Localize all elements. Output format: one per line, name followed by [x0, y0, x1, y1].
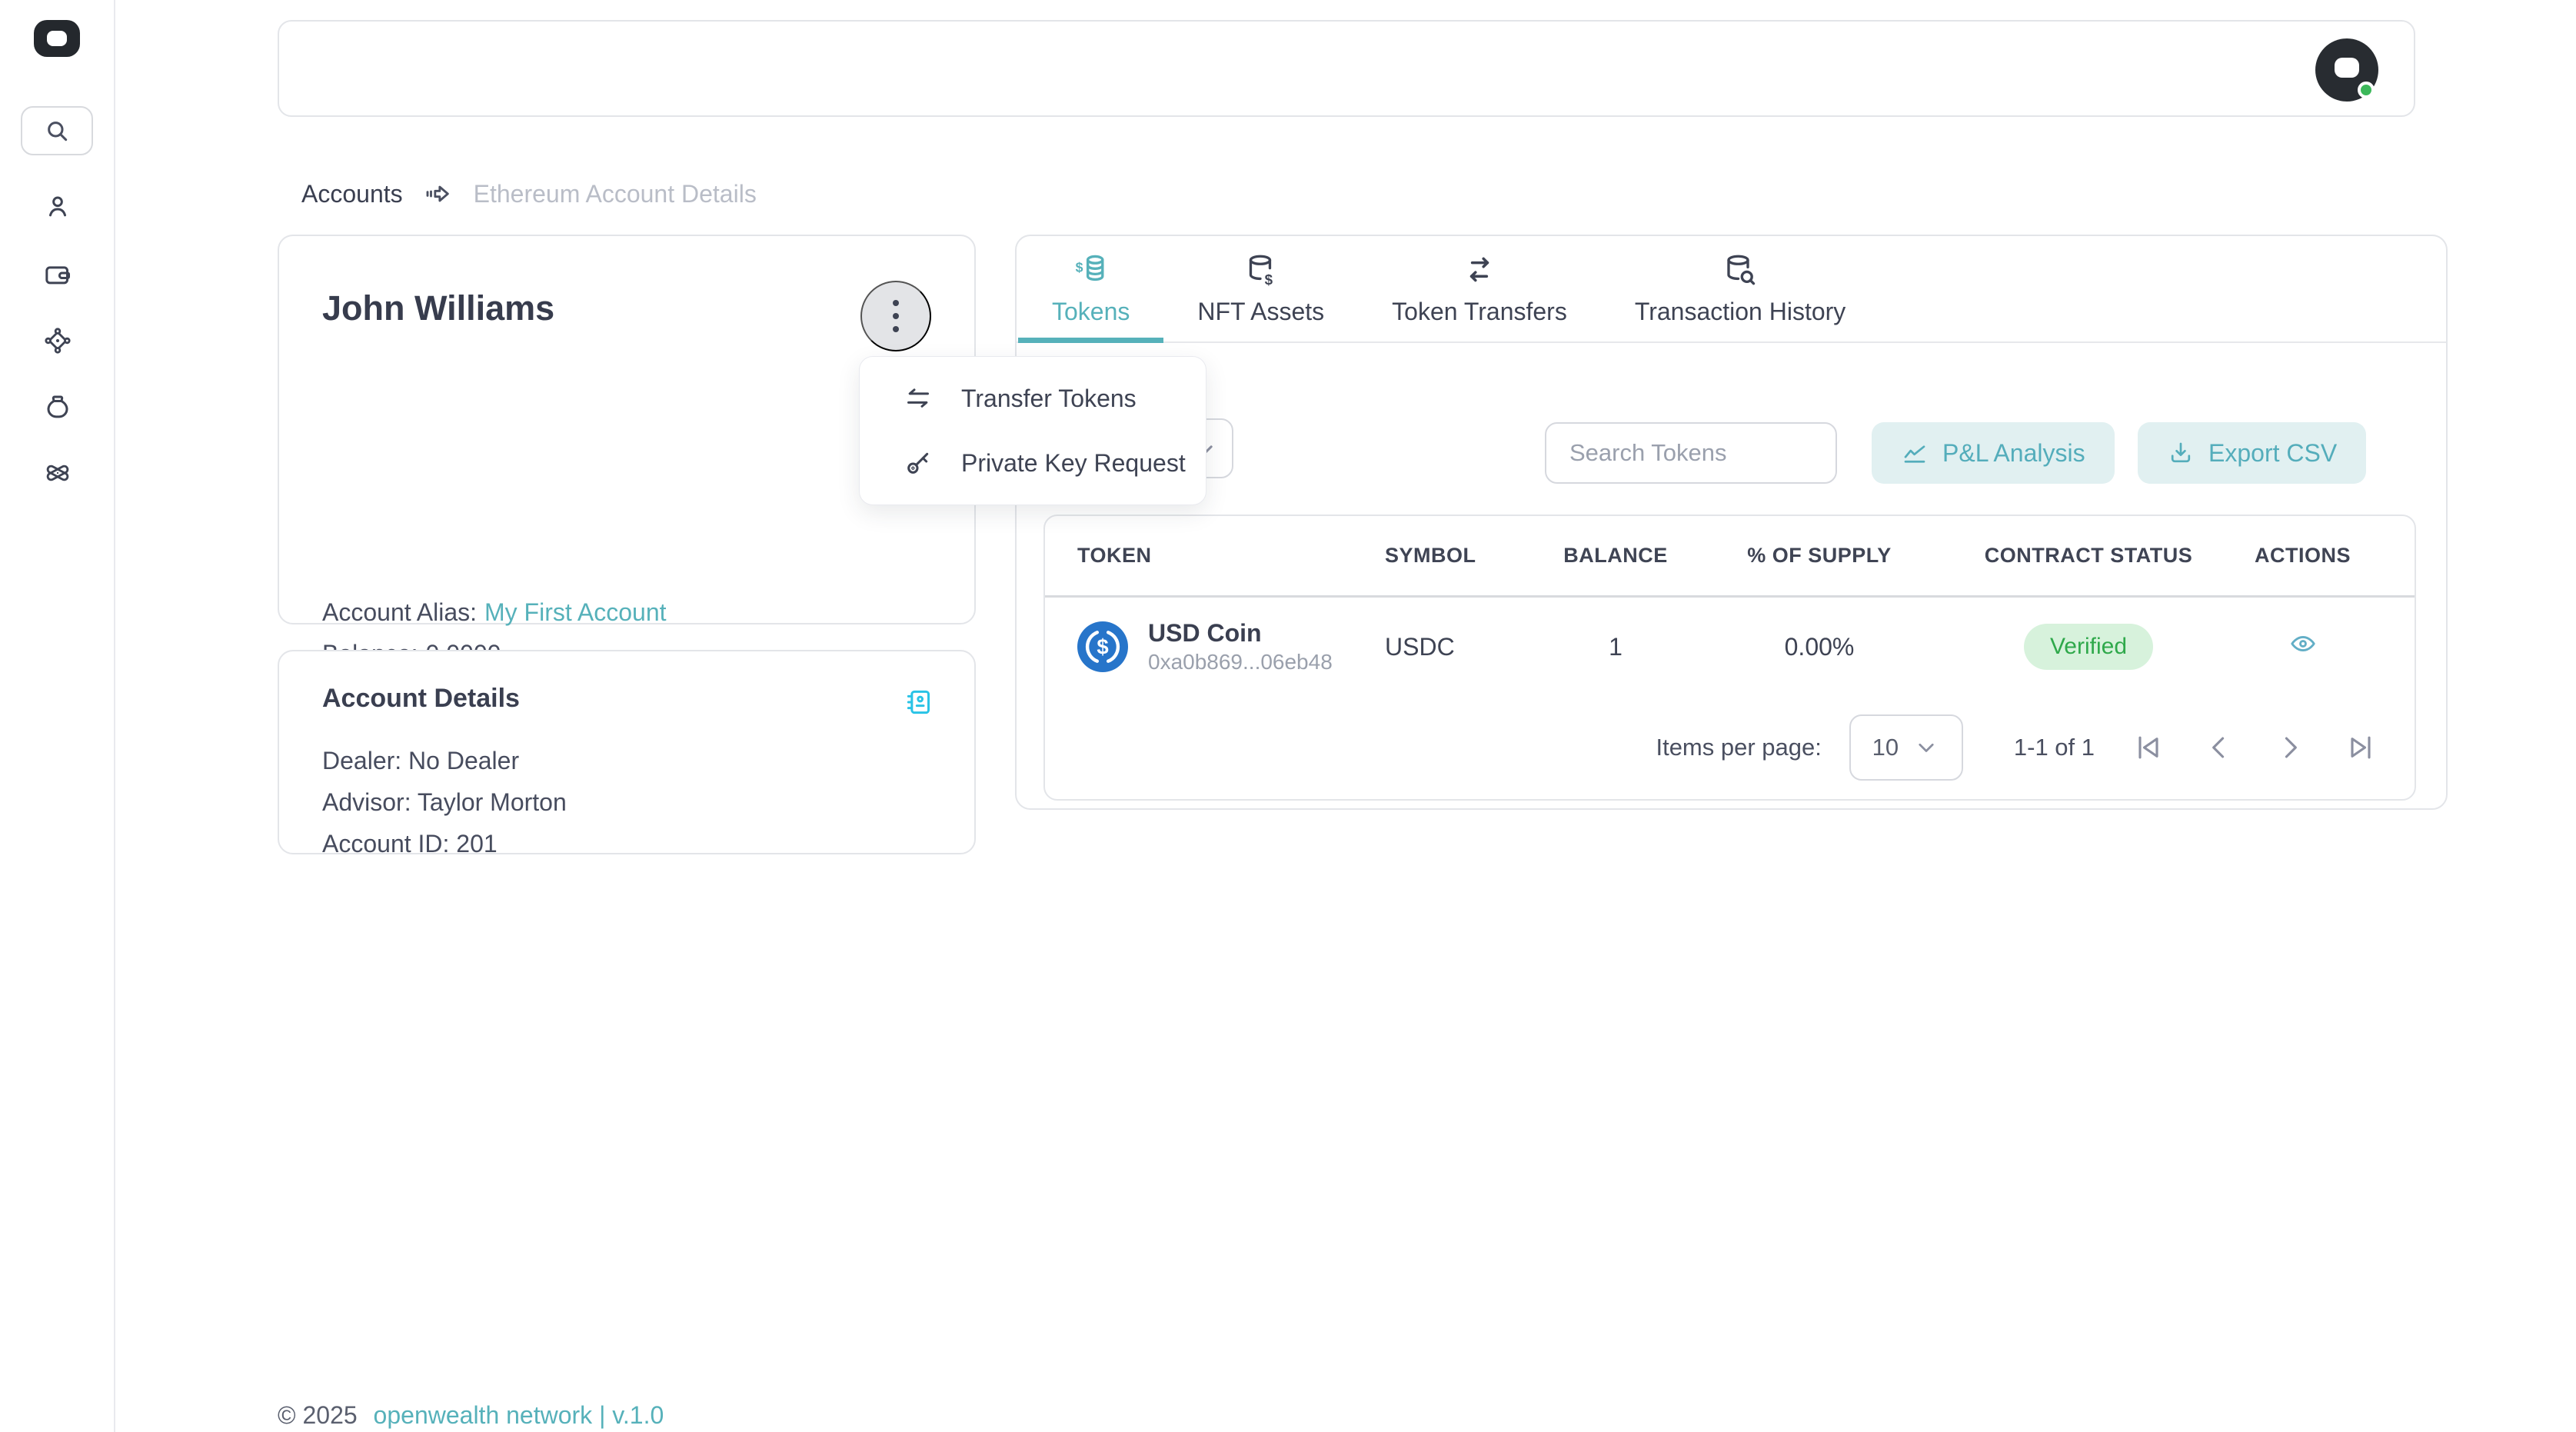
account-alias-field: Account Alias: My First Account [322, 591, 757, 633]
details-card-title: Account Details [322, 684, 931, 714]
items-per-page-label: Items per page: [1656, 734, 1821, 761]
breadcrumb-accounts[interactable]: Accounts [301, 180, 403, 208]
col-header-balance: BALANCE [1546, 544, 1685, 568]
network-diamond-icon [42, 325, 73, 356]
col-header-symbol: SYMBOL [1385, 544, 1546, 568]
table-row: $ USD Coin 0xa0b869...06eb48 USDC 1 0.00… [1045, 598, 2415, 696]
user-avatar[interactable] [2315, 38, 2378, 102]
pagination: Items per page: 10 1-1 of 1 [1656, 696, 2378, 799]
sidebar [0, 0, 115, 1432]
account-id-field: Account ID: 201 [322, 823, 931, 864]
tokens-table-card: TOKEN SYMBOL BALANCE % OF SUPPLY CONTRAC… [1043, 515, 2416, 801]
details-fields: Dealer: No Dealer Advisor: Taylor Morton… [322, 740, 931, 864]
sidebar-item-assets[interactable] [42, 391, 74, 423]
tab-nft-assets[interactable]: $ NFT Assets [1163, 236, 1358, 341]
tab-label: NFT Assets [1197, 298, 1324, 326]
footer: © 2025 openwealth network | v.1.0 [278, 1401, 664, 1430]
search-tokens-input[interactable] [1545, 422, 1837, 484]
account-holder-name: John Williams [322, 288, 931, 328]
download-icon [2167, 439, 2195, 467]
page-range-label: 1-1 of 1 [2014, 734, 2095, 761]
svg-text:$: $ [1264, 271, 1273, 288]
tab-tokens[interactable]: $ Tokens [1018, 236, 1163, 341]
sidebar-item-tools[interactable] [42, 457, 74, 489]
tab-transaction-history[interactable]: Transaction History [1601, 236, 1879, 341]
token-name: USD Coin [1148, 618, 1333, 648]
coins-dollar-icon: $ [1072, 251, 1110, 290]
history-search-database-icon [1721, 251, 1759, 290]
col-header-actions: ACTIONS [2223, 544, 2382, 568]
ethereum-account-details-page: Accounts Ethereum Account Details John W… [0, 0, 2576, 1432]
next-page-button[interactable] [2273, 731, 2307, 764]
tokens-panel: $ Tokens $ NFT Assets Token Transfers [1015, 235, 2448, 810]
top-bar [278, 20, 2415, 117]
account-actions-menu: Transfer Tokens Private Key Request [859, 356, 1206, 505]
token-symbol: USDC [1385, 633, 1546, 661]
previous-page-button[interactable] [2202, 731, 2236, 764]
transfer-tokens-icon [903, 383, 934, 414]
nft-database-icon: $ [1242, 251, 1280, 290]
contact-book-icon[interactable] [904, 687, 934, 718]
advisor-field: Advisor: Taylor Morton [322, 781, 931, 823]
items-per-page-select[interactable]: 10 [1849, 714, 1963, 781]
money-bag-icon [42, 391, 73, 422]
sidebar-search-button[interactable] [21, 106, 93, 155]
app-logo[interactable] [34, 20, 80, 57]
trend-chart-icon [1901, 439, 1929, 467]
token-supply-pct: 0.00% [1685, 633, 1954, 661]
svg-text:$: $ [1097, 634, 1108, 658]
sidebar-item-network[interactable] [42, 325, 74, 357]
dealer-field: Dealer: No Dealer [322, 740, 931, 781]
pnl-analysis-button[interactable]: P&L Analysis [1872, 422, 2115, 484]
col-header-token: TOKEN [1077, 544, 1385, 568]
breadcrumb-arrow-icon [423, 178, 454, 209]
svg-text:$: $ [1075, 259, 1083, 275]
transfer-arrows-icon [1460, 251, 1499, 290]
user-icon [42, 191, 73, 222]
tab-label: Token Transfers [1392, 298, 1567, 326]
chevron-down-icon [1912, 734, 1940, 761]
footer-version-link[interactable]: openwealth network | v.1.0 [374, 1401, 664, 1429]
export-csv-button[interactable]: Export CSV [2138, 422, 2366, 484]
sidebar-item-wallets[interactable] [42, 258, 74, 291]
view-token-icon[interactable] [2288, 629, 2318, 658]
tab-label: Tokens [1052, 298, 1130, 326]
usdc-logo: $ [1077, 621, 1128, 672]
token-identity: USD Coin 0xa0b869...06eb48 [1148, 618, 1333, 676]
account-actions-menu-button[interactable] [860, 281, 931, 351]
tab-label: Transaction History [1635, 298, 1845, 326]
tab-token-transfers[interactable]: Token Transfers [1358, 236, 1601, 341]
breadcrumb-current-page: Ethereum Account Details [474, 180, 757, 208]
breadcrumb: Accounts Ethereum Account Details [301, 178, 757, 209]
online-status-dot [2358, 82, 2375, 98]
copyright-text: © 2025 [278, 1401, 358, 1429]
contract-status-badge: Verified [2024, 624, 2153, 670]
token-address: 0xa0b869...06eb48 [1148, 648, 1333, 676]
key-icon [903, 448, 934, 478]
account-alias-link[interactable]: My First Account [484, 591, 667, 633]
wallet-icon [42, 259, 73, 290]
col-header-supply: % OF SUPPLY [1685, 544, 1954, 568]
menu-item-private-key-request[interactable]: Private Key Request [860, 431, 1206, 495]
first-page-button[interactable] [2132, 731, 2165, 764]
col-header-status: CONTRACT STATUS [1954, 544, 2223, 568]
crossed-bandage-icon [42, 458, 73, 488]
sidebar-item-accounts[interactable] [42, 191, 74, 223]
token-balance: 1 [1546, 633, 1685, 661]
table-header-row: TOKEN SYMBOL BALANCE % OF SUPPLY CONTRAC… [1045, 516, 2415, 598]
tab-bar: $ Tokens $ NFT Assets Token Transfers [1017, 236, 2446, 343]
menu-item-transfer-tokens[interactable]: Transfer Tokens [860, 366, 1206, 431]
account-details-card: Account Details Dealer: No Dealer Adviso… [278, 650, 976, 854]
last-page-button[interactable] [2344, 731, 2378, 764]
search-icon [42, 115, 72, 146]
